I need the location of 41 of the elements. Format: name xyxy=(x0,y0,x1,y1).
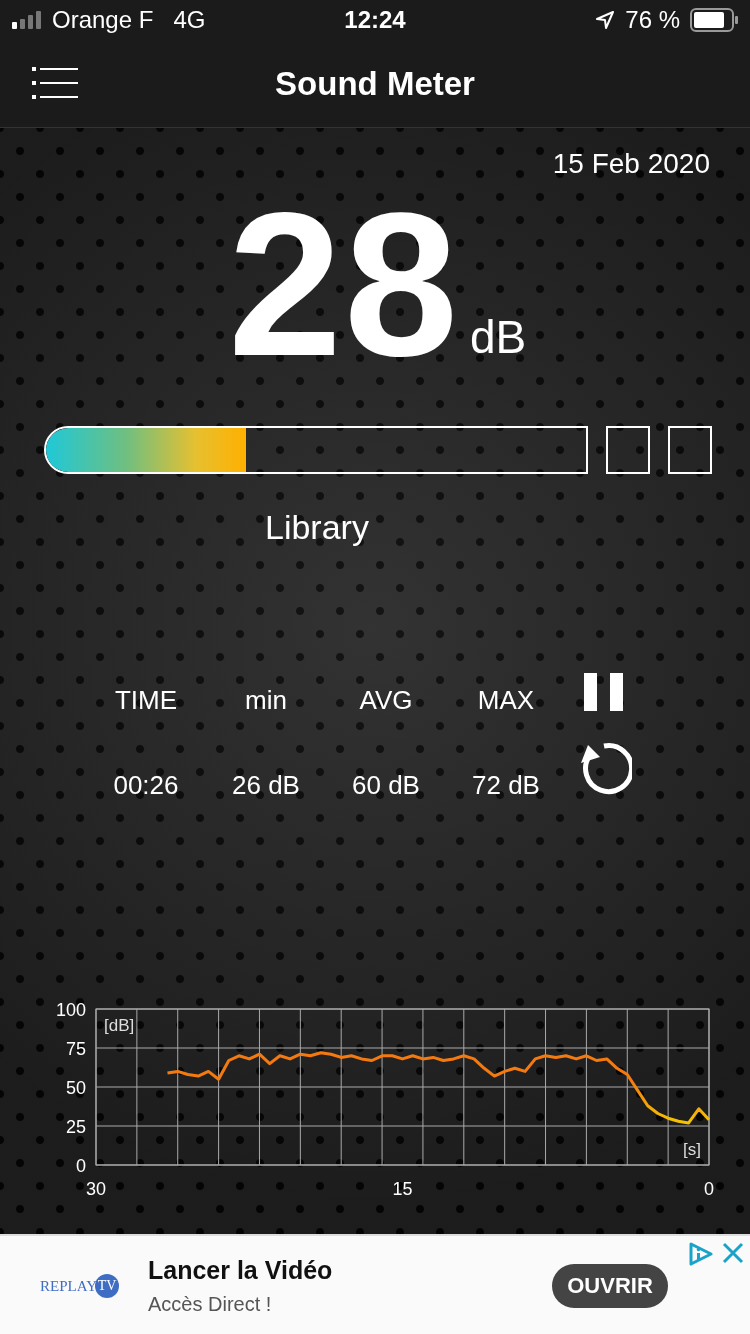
pause-button[interactable] xyxy=(584,673,624,711)
stat-value: 72 dB xyxy=(472,770,540,801)
signal-icon xyxy=(12,11,42,29)
battery-icon xyxy=(690,8,738,32)
y-tick-label: 50 xyxy=(65,1078,86,1098)
stat-label: AVG xyxy=(359,685,413,716)
stat-value: 26 dB xyxy=(232,770,300,801)
carrier-name: Orange F xyxy=(52,6,154,34)
menu-button[interactable] xyxy=(32,66,78,101)
stat-label: min xyxy=(245,685,287,716)
meter-segment xyxy=(606,426,650,474)
advertiser-logo: REPLAYTV xyxy=(40,1274,126,1298)
ad-subtitle: Accès Direct ! xyxy=(148,1293,273,1316)
y-tick-label: 0 xyxy=(76,1156,86,1176)
date: 15 Feb 2020 xyxy=(552,148,710,180)
y-tick-label: 100 xyxy=(55,1000,86,1020)
x-tick-label: 15 xyxy=(392,1179,413,1198)
stat-label: TIME xyxy=(114,685,178,716)
clock: 12:24 xyxy=(344,6,406,34)
x-axis-label: [s] xyxy=(683,1140,701,1159)
network-type: 4G xyxy=(173,6,206,34)
location-arrow-icon xyxy=(595,10,616,30)
ad-choices-icon[interactable] xyxy=(688,1242,714,1266)
environment-label: Library xyxy=(265,508,369,547)
x-tick-label: 30 xyxy=(86,1179,106,1198)
y-axis-label: [dB] xyxy=(104,1016,135,1035)
y-tick-label: 25 xyxy=(65,1117,86,1137)
stat-value: 00:26 xyxy=(113,770,179,801)
stat-value: 60 dB xyxy=(352,770,420,801)
x-tick-label: 0 xyxy=(704,1179,714,1198)
app-title: Sound Meter xyxy=(275,64,475,102)
close-icon[interactable] xyxy=(722,1242,744,1264)
battery-percentage: 76 % xyxy=(625,6,680,34)
stat-label: MAX xyxy=(477,685,535,716)
decibel-reading: 28 xyxy=(228,204,461,364)
decibel-unit: dB xyxy=(470,310,527,364)
menu-icon xyxy=(32,66,78,101)
open-button[interactable]: OUVRIR xyxy=(552,1264,668,1308)
y-tick-label: 75 xyxy=(65,1039,86,1059)
ad-title: Lancer la Vidéo xyxy=(148,1256,334,1285)
meter-segment xyxy=(668,426,712,474)
